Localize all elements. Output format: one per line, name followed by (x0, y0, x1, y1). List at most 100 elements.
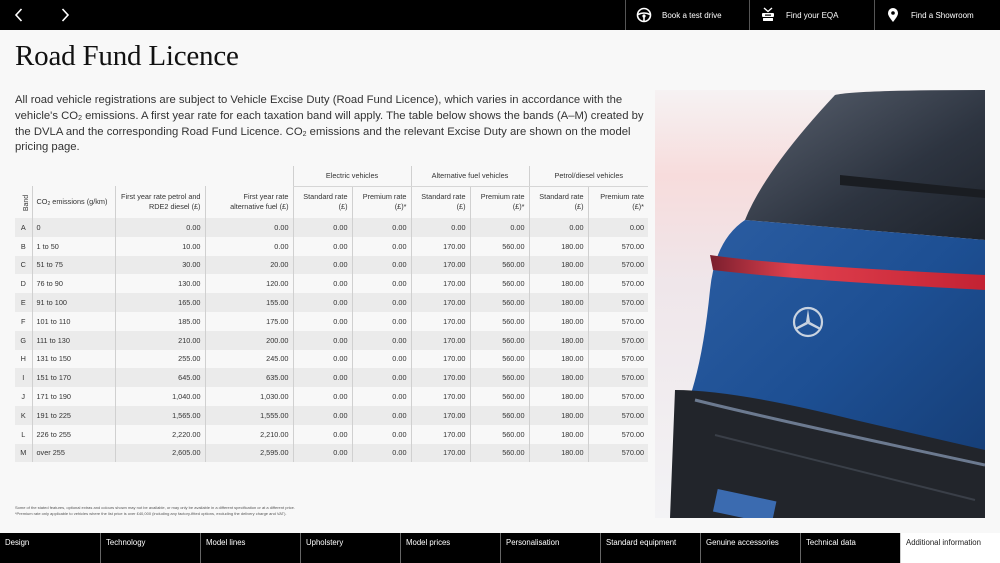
header-alt-premium: Premium rate (£)* (469, 186, 530, 218)
cell-band: J (15, 387, 32, 406)
cell-pd-premium: 570.00 (587, 255, 649, 275)
header-co2-prefix: CO (36, 197, 48, 206)
cell-co2: 111 to 130 (31, 330, 115, 350)
cell-ev-standard: 0.00 (292, 293, 352, 312)
find-showroom-button[interactable]: Find a Showroom (874, 0, 1000, 30)
find-your-eqa-button[interactable]: Find your EQA (749, 0, 874, 30)
cell-co2: 1 to 50 (31, 236, 115, 256)
table-row: D 76 to 90 130.00 120.00 0.00 0.00 170.0… (15, 274, 649, 294)
table-row: F 101 to 110 185.00 175.00 0.00 0.00 170… (15, 311, 649, 331)
cell-ev-premium: 0.00 (351, 387, 411, 406)
cell-co2: 51 to 75 (31, 255, 115, 275)
table-row: L 226 to 255 2,220.00 2,210.00 0.00 0.00… (15, 424, 649, 444)
cell-ev-standard: 0.00 (292, 387, 352, 406)
nav-tab-upholstery[interactable]: Upholstery (300, 533, 400, 563)
cell-alt-standard: 170.00 (410, 293, 470, 312)
cell-ev-premium: 0.00 (351, 274, 411, 294)
cell-first-petrol: 210.00 (114, 330, 205, 350)
cell-ev-premium: 0.00 (351, 218, 411, 237)
cell-first-alt: 200.00 (204, 330, 293, 350)
table-row: I 151 to 170 645.00 635.00 0.00 0.00 170… (15, 368, 649, 388)
cell-co2: 101 to 110 (31, 311, 115, 331)
header-ev-premium: Premium rate (£)* (351, 186, 411, 218)
header-first-alt: First year rate alternative fuel (£) (204, 186, 293, 218)
nav-tab-design[interactable]: Design (0, 533, 100, 563)
cell-alt-standard: 170.00 (410, 424, 470, 444)
group-header-electric: Electric vehicles (292, 166, 411, 187)
cell-pd-standard: 180.00 (528, 368, 589, 388)
cell-ev-premium: 0.00 (351, 330, 411, 350)
cell-pd-standard: 180.00 (528, 405, 589, 425)
nav-tab-personalisation[interactable]: Personalisation (500, 533, 600, 563)
cell-alt-premium: 560.00 (469, 443, 530, 463)
next-page-button[interactable] (50, 0, 80, 30)
cell-pd-standard: 180.00 (528, 293, 589, 312)
table-row: E 91 to 100 165.00 155.00 0.00 0.00 170.… (15, 293, 649, 312)
cell-first-petrol: 255.00 (114, 349, 205, 369)
page-title: Road Fund Licence (15, 40, 239, 72)
cell-alt-standard: 0.00 (410, 218, 470, 237)
cell-pd-standard: 0.00 (528, 218, 589, 237)
cell-first-petrol: 2,220.00 (114, 424, 205, 444)
nav-tab-model-lines[interactable]: Model lines (200, 533, 300, 563)
cell-pd-premium: 570.00 (587, 236, 649, 256)
cell-ev-standard: 0.00 (292, 405, 352, 425)
cell-pd-premium: 0.00 (587, 218, 649, 237)
cell-alt-premium: 560.00 (469, 274, 530, 294)
cell-alt-premium: 560.00 (469, 387, 530, 406)
cell-first-alt: 0.00 (204, 218, 293, 237)
book-test-drive-button[interactable]: Book a test drive (625, 0, 749, 30)
cell-alt-standard: 170.00 (410, 255, 470, 275)
cell-band: I (15, 368, 32, 388)
header-co2-suffix: emissions (g/km) (50, 197, 108, 206)
cell-alt-premium: 560.00 (469, 405, 530, 425)
footnote: Some of the stated features, optional ex… (15, 505, 435, 516)
table-row: B 1 to 50 10.00 0.00 0.00 0.00 170.00 56… (15, 236, 649, 256)
nav-tab-additional-information[interactable]: Additional information (900, 533, 1000, 563)
cell-ev-standard: 0.00 (292, 311, 352, 331)
cell-first-alt: 635.00 (204, 368, 293, 388)
table-row: J 171 to 190 1,040.00 1,030.00 0.00 0.00… (15, 387, 649, 406)
nav-tab-technology[interactable]: Technology (100, 533, 200, 563)
cell-alt-standard: 170.00 (410, 349, 470, 369)
cell-ev-standard: 0.00 (292, 443, 352, 463)
location-pin-icon (888, 8, 898, 22)
cell-alt-premium: 560.00 (469, 349, 530, 369)
cell-ev-premium: 0.00 (351, 368, 411, 388)
find-your-eqa-label: Find your EQA (786, 10, 839, 20)
cell-first-petrol: 30.00 (114, 255, 205, 275)
cell-pd-premium: 570.00 (587, 330, 649, 350)
cell-band: M (15, 443, 32, 463)
cell-band: G (15, 330, 32, 350)
cell-pd-standard: 180.00 (528, 330, 589, 350)
cell-first-alt: 245.00 (204, 349, 293, 369)
cell-pd-standard: 180.00 (528, 274, 589, 294)
cell-alt-standard: 170.00 (410, 368, 470, 388)
group-header-row: Electric vehicles Alternative fuel vehic… (15, 166, 649, 187)
cell-ev-standard: 0.00 (292, 424, 352, 444)
cell-first-petrol: 130.00 (114, 274, 205, 294)
nav-tab-model-prices[interactable]: Model prices (400, 533, 500, 563)
cell-band: B (15, 236, 32, 256)
cell-alt-standard: 170.00 (410, 443, 470, 463)
cell-first-alt: 2,595.00 (204, 443, 293, 463)
nav-tab-genuine-accessories[interactable]: Genuine accessories (700, 533, 800, 563)
table-row: G 111 to 130 210.00 200.00 0.00 0.00 170… (15, 330, 649, 350)
nav-tab-technical-data[interactable]: Technical data (800, 533, 900, 563)
cell-ev-premium: 0.00 (351, 424, 411, 444)
cell-ev-premium: 0.00 (351, 443, 411, 463)
cell-pd-standard: 180.00 (528, 443, 589, 463)
cell-pd-premium: 570.00 (587, 349, 649, 369)
cell-pd-premium: 570.00 (587, 274, 649, 294)
previous-page-button[interactable] (4, 0, 34, 30)
cell-first-petrol: 185.00 (114, 311, 205, 331)
cell-first-alt: 2,210.00 (204, 424, 293, 444)
cell-alt-standard: 170.00 (410, 311, 470, 331)
cell-first-petrol: 2,605.00 (114, 443, 205, 463)
nav-tab-standard-equipment[interactable]: Standard equipment (600, 533, 700, 563)
table-row: A 0 0.00 0.00 0.00 0.00 0.00 0.00 0.00 0… (15, 218, 649, 237)
header-band: Band (15, 186, 32, 218)
cell-co2: over 255 (31, 443, 115, 463)
cell-alt-standard: 170.00 (410, 405, 470, 425)
cell-pd-standard: 180.00 (528, 349, 589, 369)
